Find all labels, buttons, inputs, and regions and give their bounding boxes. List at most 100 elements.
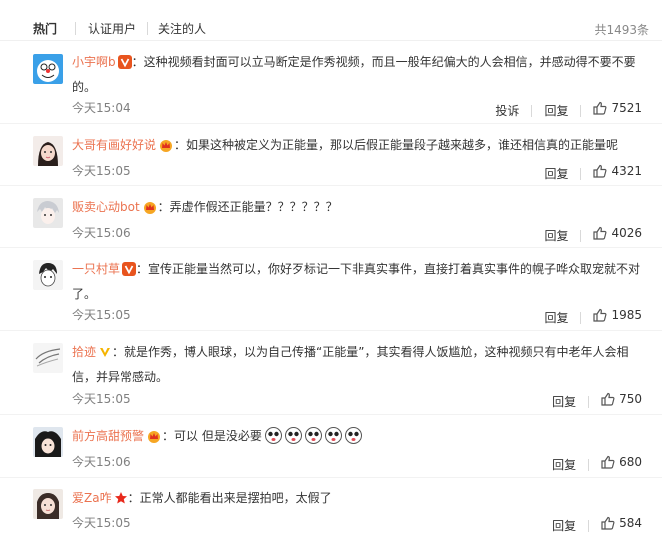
like-count: 4321 xyxy=(611,164,642,178)
action-divider xyxy=(531,105,533,117)
comment-body: ：就是作秀，博人眼球，以为自己传播“正能量”，其实看得人饭尴尬，这种视频只有中老… xyxy=(72,345,629,384)
comment-actions: 回复 680 xyxy=(552,454,642,473)
comment-actions: 回复 750 xyxy=(552,391,642,410)
avatar[interactable] xyxy=(33,343,63,373)
avatar[interactable] xyxy=(33,136,63,166)
tab-divider xyxy=(75,22,76,35)
reply-button[interactable]: 回复 xyxy=(552,518,576,534)
comment-body: ：弄虚作假还正能量？？？？？？ xyxy=(157,200,338,214)
action-divider xyxy=(580,312,582,324)
comment-text: 爱Za咋 ：正常人都能看出来是摆拍吧，太假了 xyxy=(72,487,646,512)
comment-actions: 回复 4026 xyxy=(544,225,642,244)
comment-item: 贩卖心动bot ：弄虚作假还正能量？？？？？？ 今天15:06 回复 4026 xyxy=(0,185,662,248)
username-link[interactable]: 一只村草 xyxy=(72,262,120,276)
tab-verified-users[interactable]: 认证用户 xyxy=(88,21,136,37)
like-button[interactable]: 4026 xyxy=(593,225,642,241)
comment-text: 一只村草 ：宣传正能量当然可以，你好歹标记一下非真实事件，直接打着真实事件的幌子哗… xyxy=(72,258,646,305)
avatar[interactable] xyxy=(33,427,63,457)
like-count: 1985 xyxy=(611,308,642,322)
username-link[interactable]: 前方高甜预警 xyxy=(72,429,144,443)
crown-badge-icon xyxy=(158,137,174,159)
comment-text: 大哥有画好好说 ：如果这种被定义为正能量，那以后假正能量段子越来越多，谁还相信真的… xyxy=(72,134,646,159)
like-count: 7521 xyxy=(611,101,642,115)
thumbs-up-icon xyxy=(593,101,607,115)
star-badge-icon xyxy=(114,490,128,512)
vip-v-badge-icon xyxy=(98,344,112,366)
like-button[interactable]: 1985 xyxy=(593,307,642,323)
reply-button[interactable]: 回复 xyxy=(552,394,576,410)
reply-button[interactable]: 回复 xyxy=(544,166,568,182)
comment-item: 爱Za咋 ：正常人都能看出来是摆拍吧，太假了 今天15:05 回复 584 xyxy=(0,477,662,541)
avatar[interactable] xyxy=(33,489,63,519)
vip-v-badge-icon xyxy=(122,261,137,283)
comment-item: 大哥有画好好说 ：如果这种被定义为正能量，那以后假正能量段子越来越多，谁还相信真的… xyxy=(0,123,662,186)
emoji-sticker-icon xyxy=(282,427,302,444)
comment-item: 前方高甜预警 ：可以 但是没必要 今天15:06 回复 680 xyxy=(0,414,662,478)
comment-total-count: 共1493条 xyxy=(594,23,649,37)
comment-time: 今天15:05 xyxy=(72,516,131,530)
comment-time: 今天15:05 xyxy=(72,164,131,178)
comment-body: ：这种视频看封面可以立马断定是作秀视频，而且一般年纪偏大的人会相信，并感动得不要… xyxy=(72,55,636,94)
comment-text: 小宇啊b ：这种视频看封面可以立马断定是作秀视频，而且一般年纪偏大的人会相信，并感… xyxy=(72,51,646,98)
username-link[interactable]: 贩卖心动bot xyxy=(72,200,140,214)
comment-filter-tabs: 热门 认证用户 关注的人 共1493条 xyxy=(0,0,662,41)
reply-button[interactable]: 回复 xyxy=(544,310,568,326)
crown-badge-icon xyxy=(146,428,162,450)
comment-time: 今天15:06 xyxy=(72,455,131,469)
emoji-sticker-icon xyxy=(302,427,322,444)
tab-divider xyxy=(147,22,148,35)
action-divider xyxy=(580,105,582,117)
username-link[interactable]: 拾迹 xyxy=(72,345,96,359)
username-link[interactable]: 大哥有画好好说 xyxy=(72,138,156,152)
comment-item: 拾迹 ：就是作秀，博人眼球，以为自己传播“正能量”，其实看得人饭尴尬，这种视频只有… xyxy=(0,330,662,415)
thumbs-up-icon xyxy=(593,226,607,240)
comment-actions: 回复 4321 xyxy=(544,163,642,182)
comment-actions: 投诉 回复 7521 xyxy=(495,100,642,119)
reply-button[interactable]: 回复 xyxy=(544,103,568,119)
username-link[interactable]: 小宇啊b xyxy=(72,55,116,69)
comment-time: 今天15:05 xyxy=(72,308,131,322)
like-button[interactable]: 7521 xyxy=(593,100,642,116)
action-divider xyxy=(580,230,582,242)
crown-badge-icon xyxy=(142,199,158,221)
comment-time: 今天15:06 xyxy=(72,226,131,240)
like-count: 4026 xyxy=(611,226,642,240)
username-link[interactable]: 爱Za咋 xyxy=(72,491,112,505)
comment-body: ：宣传正能量当然可以，你好歹标记一下非真实事件，直接打着真实事件的幌子哗众取宠就… xyxy=(72,262,641,301)
comment-body: ：如果这种被定义为正能量，那以后假正能量段子越来越多，谁还相信真的正能量呢 xyxy=(174,138,619,152)
comment-item: 一只村草 ：宣传正能量当然可以，你好歹标记一下非真实事件，直接打着真实事件的幌子哗… xyxy=(0,247,662,331)
vip-v-badge-icon xyxy=(117,54,132,76)
thumbs-up-icon xyxy=(593,308,607,322)
thumbs-up-icon xyxy=(601,455,615,469)
action-divider xyxy=(588,520,590,532)
like-button[interactable]: 680 xyxy=(601,454,642,470)
comment-actions: 回复 1985 xyxy=(544,307,642,326)
thumbs-up-icon xyxy=(601,516,615,530)
avatar[interactable] xyxy=(33,260,63,290)
comment-body: ：可以 但是没必要 xyxy=(162,429,262,443)
emoji-sticker-icon xyxy=(262,427,282,444)
tab-hot[interactable]: 热门 xyxy=(33,21,57,37)
comment-actions: 回复 584 xyxy=(552,515,642,534)
action-divider xyxy=(580,168,582,180)
reply-button[interactable]: 回复 xyxy=(544,228,568,244)
emoji-sticker-icon xyxy=(342,427,362,444)
comment-text: 贩卖心动bot ：弄虚作假还正能量？？？？？？ xyxy=(72,196,646,221)
like-count: 680 xyxy=(619,455,642,469)
comment-body: ：正常人都能看出来是摆拍吧，太假了 xyxy=(127,491,332,505)
like-count: 750 xyxy=(619,392,642,406)
tab-following[interactable]: 关注的人 xyxy=(158,21,206,37)
like-button[interactable]: 750 xyxy=(601,391,642,407)
comment-item: 小宇啊b ：这种视频看封面可以立马断定是作秀视频，而且一般年纪偏大的人会相信，并感… xyxy=(0,40,662,124)
like-count: 584 xyxy=(619,516,642,530)
avatar[interactable] xyxy=(33,198,63,228)
thumbs-up-icon xyxy=(593,164,607,178)
comment-time: 今天15:05 xyxy=(72,392,131,406)
reply-button[interactable]: 回复 xyxy=(552,457,576,473)
thumbs-up-icon xyxy=(601,392,615,406)
action-divider xyxy=(588,396,590,408)
avatar[interactable] xyxy=(33,54,63,84)
like-button[interactable]: 4321 xyxy=(593,163,642,179)
like-button[interactable]: 584 xyxy=(601,515,642,531)
report-button[interactable]: 投诉 xyxy=(495,103,519,119)
